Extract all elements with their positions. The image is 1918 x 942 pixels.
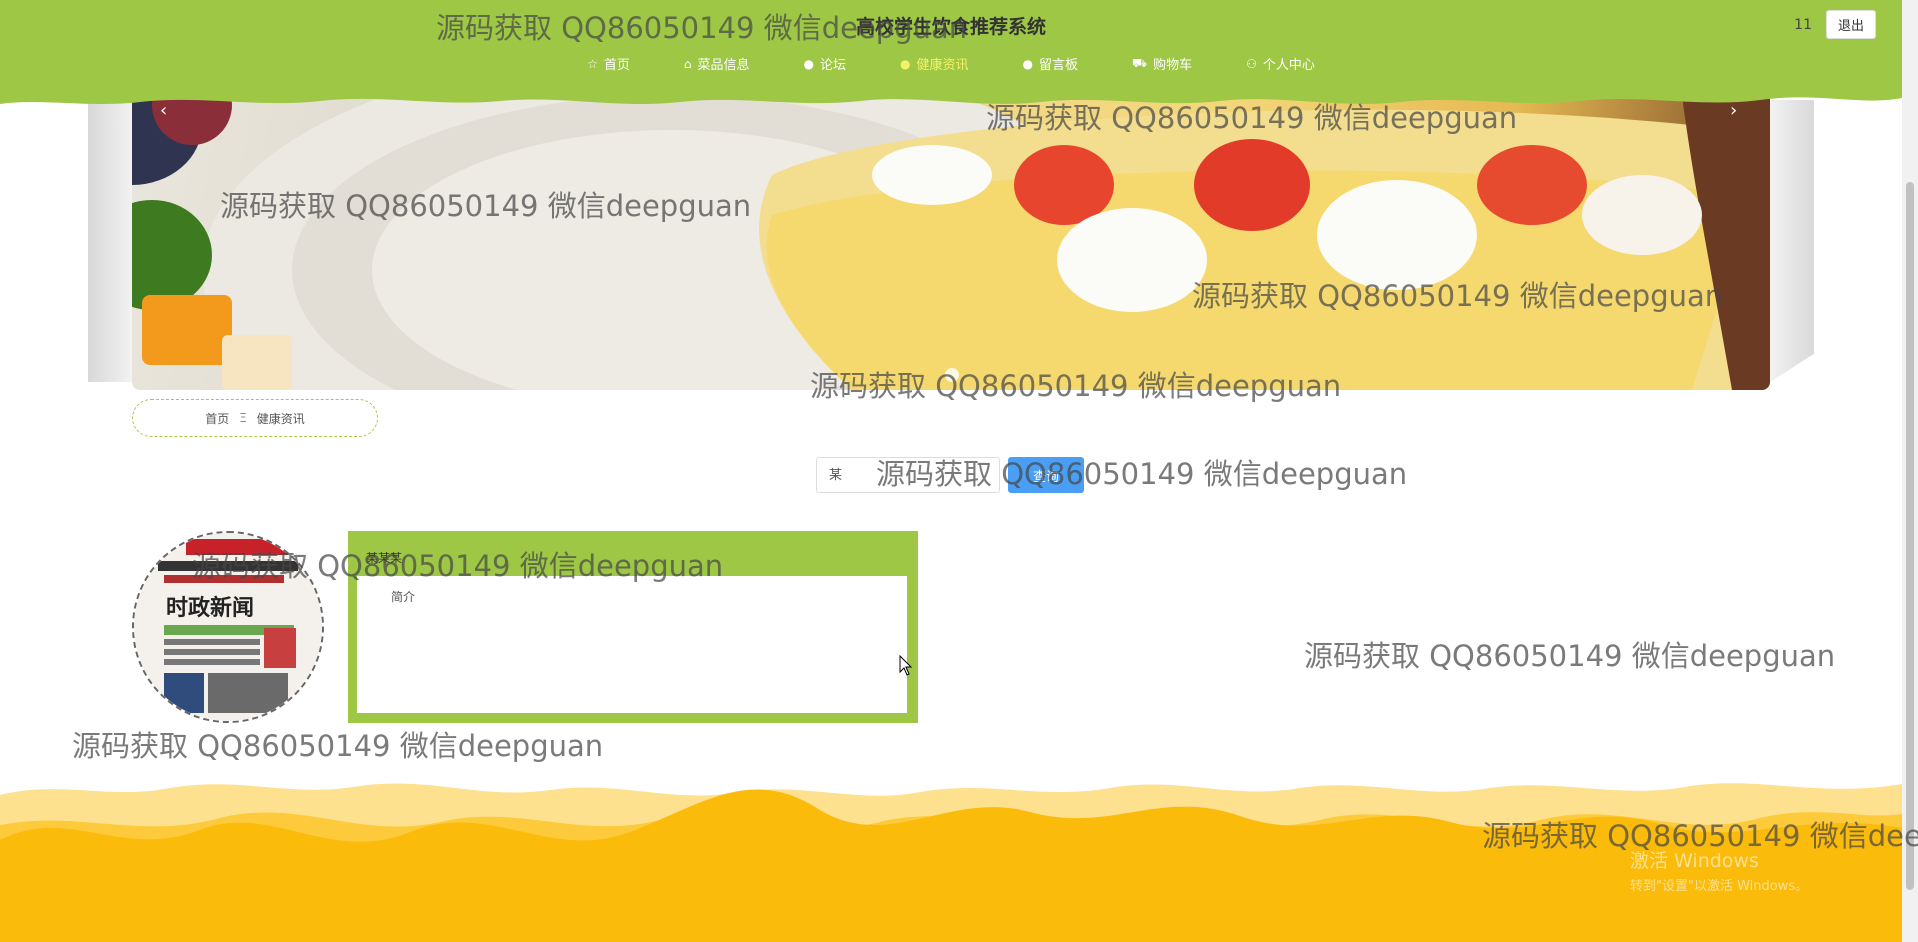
site-header: 高校学生饮食推荐系统 11 退出 ☆ 首页 ⌂ 菜品信息 ● 论坛 ● 健康资讯…	[0, 0, 1902, 112]
breadcrumb: 首页 Ξ 健康资讯	[132, 399, 378, 437]
breadcrumb-current: 健康资讯	[256, 411, 305, 426]
search-input[interactable]	[816, 457, 1000, 493]
nav-item-label: 个人中心	[1262, 58, 1315, 73]
watermark: 源码获取 QQ86050149 微信deepguan	[1304, 639, 1836, 673]
nav-item-label: 留言板	[1038, 58, 1078, 73]
nav-item-cart[interactable]: ⛟ 购物车	[1105, 54, 1219, 74]
carousel-next-slide	[1770, 100, 1814, 382]
nav-item-health-news[interactable]: ● 健康资讯	[873, 54, 996, 74]
breadcrumb-separator: Ξ	[239, 411, 247, 425]
watermark: 源码获取 QQ86050149 微信deepguan	[72, 729, 604, 763]
nav-item-label: 首页	[603, 58, 630, 73]
nav-item-label: 菜品信息	[697, 58, 750, 73]
windows-activation-notice: 激活 Windows 转到"设置"以激活 Windows。	[1630, 846, 1808, 894]
windows-activation-subtitle: 转到"设置"以激活 Windows。	[1630, 879, 1809, 894]
scrollbar-thumb[interactable]	[1906, 182, 1914, 890]
news-card[interactable]: 某某某 简介	[348, 531, 918, 723]
banner-carousel	[132, 95, 1770, 390]
username-label: 11	[1794, 16, 1812, 33]
dot-icon: ●	[900, 56, 911, 71]
nav-item-label: 购物车	[1153, 58, 1193, 73]
banner-image	[132, 95, 1770, 390]
main-nav: ☆ 首页 ⌂ 菜品信息 ● 论坛 ● 健康资讯 ● 留言板 ⛟ 购物车 ⚇ 个人…	[0, 54, 1902, 74]
site-title: 高校学生饮食推荐系统	[855, 16, 1046, 38]
news-title[interactable]: 某某某	[366, 549, 402, 566]
logout-button[interactable]: 退出	[1825, 10, 1876, 39]
nav-item-profile[interactable]: ⚇ 个人中心	[1219, 54, 1342, 74]
page-scrollbar[interactable]	[1902, 0, 1918, 942]
bag-icon: ⌂	[683, 56, 692, 71]
cart-icon: ⛟	[1132, 55, 1148, 70]
footer-waves	[0, 783, 1902, 942]
dot-icon: ●	[803, 56, 814, 71]
nav-item-dishes[interactable]: ⌂ 菜品信息	[657, 54, 777, 74]
windows-activation-title: 激活 Windows	[1630, 850, 1759, 872]
user-icon: ⚇	[1246, 56, 1257, 71]
search-button[interactable]: 查询	[1008, 457, 1084, 493]
breadcrumb-home[interactable]: 首页	[205, 410, 229, 427]
user-area: 11 退出	[1794, 10, 1876, 39]
magazine-cover-image: 时政新闻	[134, 533, 322, 721]
news-card-body: 简介	[357, 576, 907, 713]
news-intro: 简介	[391, 590, 416, 604]
nav-item-label: 论坛	[819, 58, 846, 73]
news-thumbnail[interactable]: 时政新闻	[132, 531, 324, 723]
nav-item-forum[interactable]: ● 论坛	[777, 54, 874, 74]
carousel-indicator[interactable]	[945, 368, 959, 382]
news-thumb-caption: 时政新闻	[166, 595, 254, 621]
nav-item-label: 健康资讯	[916, 58, 969, 73]
star-icon: ☆	[587, 56, 598, 71]
mouse-cursor-icon	[899, 655, 913, 676]
nav-item-home[interactable]: ☆ 首页	[560, 54, 657, 74]
nav-item-message-board[interactable]: ● 留言板	[996, 54, 1106, 74]
carousel-prev-slide	[88, 100, 132, 382]
dot-icon: ●	[1022, 56, 1033, 71]
